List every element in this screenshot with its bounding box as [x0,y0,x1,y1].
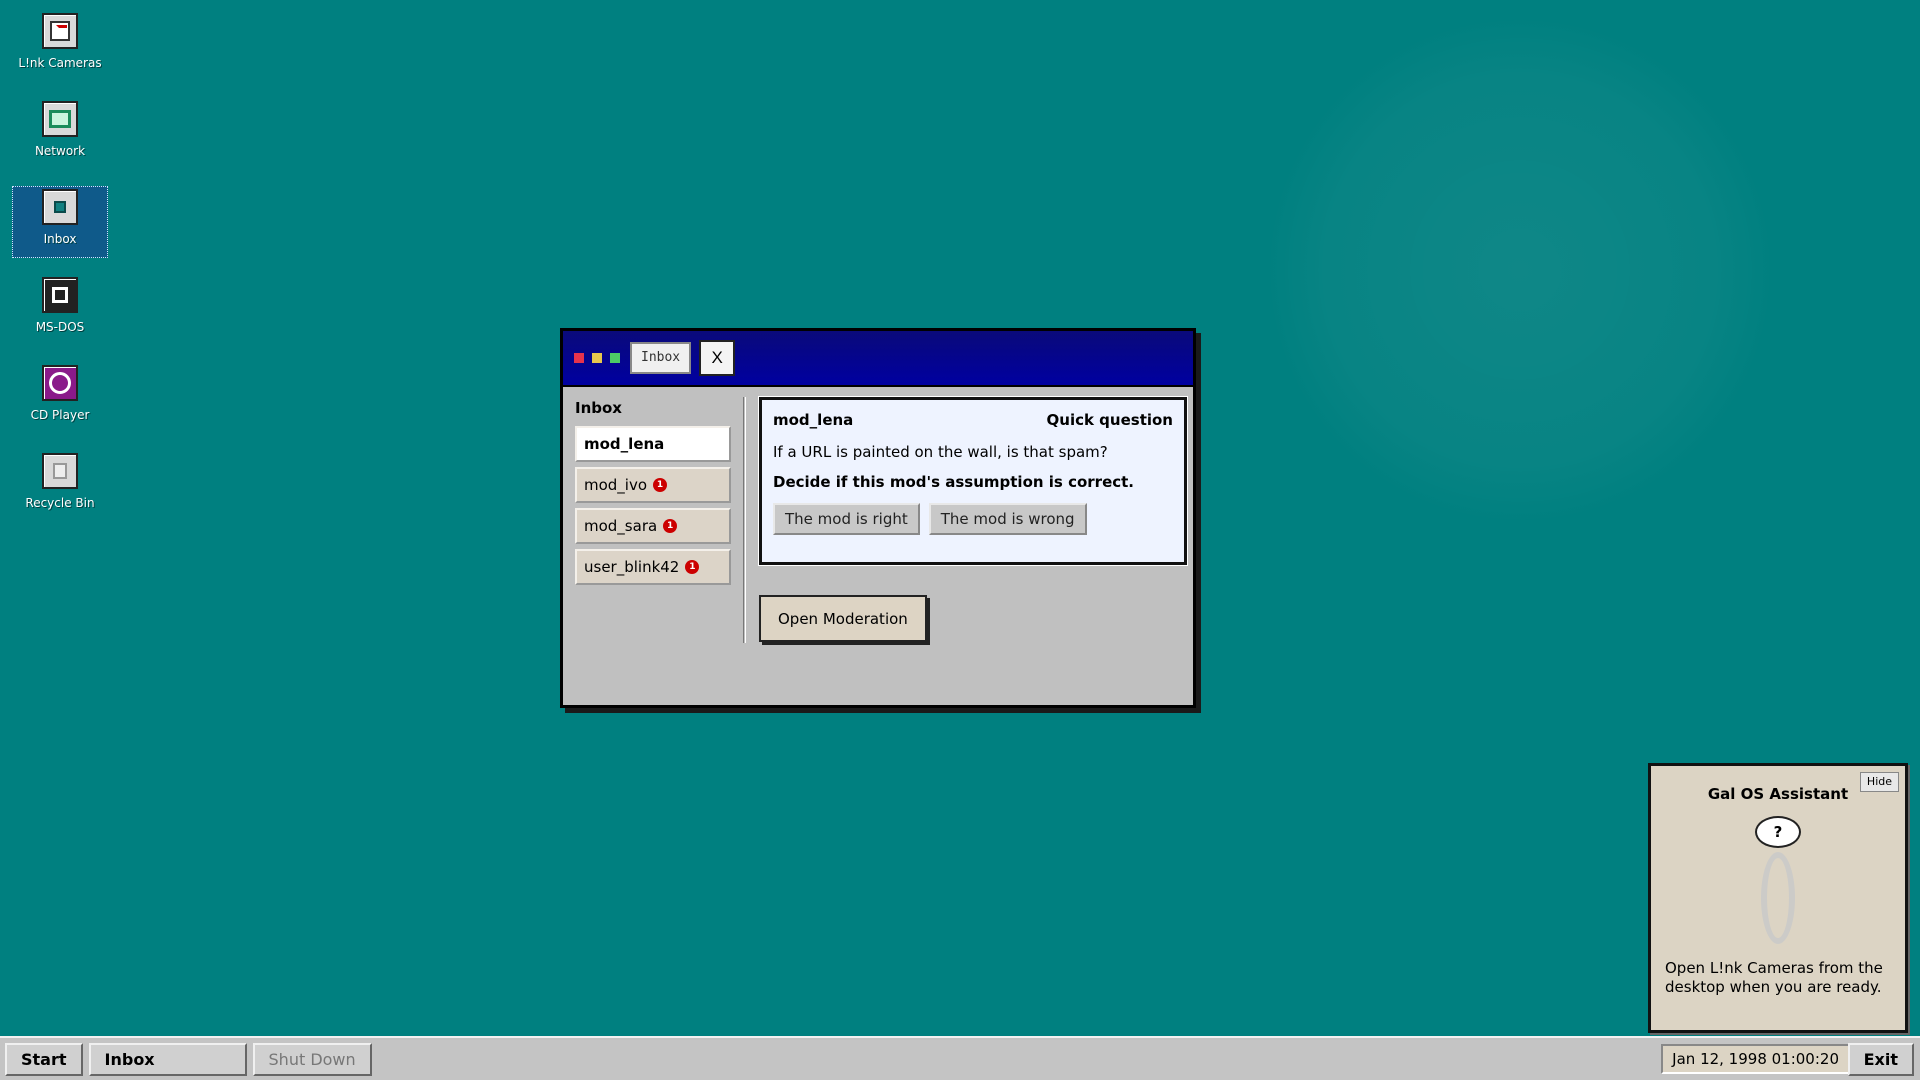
close-button[interactable]: X [699,340,736,376]
window-body: Inbox mod_lena mod_ivo 1 mod_sara 1 user… [563,387,1193,705]
message-panel: mod_lena Quick question If a URL is pain… [758,396,1188,566]
message-task: Decide if this mod's assumption is corre… [773,473,1134,491]
unread-badge: 1 [663,519,678,533]
exit-button[interactable]: Exit [1847,1043,1914,1076]
choice-buttons: The mod is right The mod is wrong [773,503,1173,535]
window-title: Inbox [630,342,692,374]
desktop-icon-link-cameras[interactable]: L!nk Cameras [12,10,108,82]
contact-name: mod_ivo [584,476,648,494]
unread-badge: 1 [653,478,668,492]
mod-is-wrong-button[interactable]: The mod is wrong [928,503,1087,535]
window-titlebar[interactable]: Inbox X [563,331,1193,387]
start-button[interactable]: Start [5,1042,83,1076]
wallpaper-decoration [1270,20,1770,520]
desktop-icon-cd-player[interactable]: CD Player [12,362,108,434]
desktop-icon-label: CD Player [30,408,90,422]
contact-name: mod_sara [584,517,658,535]
unread-badge: 1 [685,560,700,574]
ms-dos-icon [42,277,78,313]
contact-list: mod_lena mod_ivo 1 mod_sara 1 user_blink… [575,426,731,590]
taskbar: Start Inbox Shut Down Jan 12, 1998 01:00… [0,1036,1920,1080]
window-dot-yellow-icon [592,353,602,363]
pane-divider [743,397,746,643]
contact-item-mod-lena[interactable]: mod_lena [575,426,731,462]
window-dot-red-icon [574,353,584,363]
contact-name: mod_lena [584,435,665,453]
inbox-icon [42,189,78,225]
message-body: If a URL is painted on the wall, is that… [773,443,1108,461]
mod-is-right-button[interactable]: The mod is right [773,503,920,535]
desktop-icon-inbox[interactable]: Inbox [12,186,108,258]
desktop-icon-ms-dos[interactable]: MS-DOS [12,274,108,346]
desktop-icon-label: L!nk Cameras [18,56,102,70]
desktop-icon-recycle-bin[interactable]: Recycle Bin [12,450,108,522]
cd-player-icon [42,365,78,401]
message-sender: mod_lena [773,411,854,429]
sidebar-heading: Inbox [575,399,622,417]
assistant-message: Open L!nk Cameras from the desktop when … [1665,959,1883,996]
network-icon [42,101,78,137]
taskbar-item-inbox[interactable]: Inbox [88,1042,247,1076]
camera-app-icon [42,13,78,49]
inbox-window: Inbox X Inbox mod_lena mod_ivo 1 mod_sar… [560,328,1196,708]
desktop-icon-label: Recycle Bin [25,496,95,510]
paperclip-assistant-icon[interactable] [1761,852,1795,944]
desktop-icon-network[interactable]: Network [12,98,108,170]
clock: Jan 12, 1998 01:00:20 [1661,1044,1850,1074]
assistant-panel: Hide Gal OS Assistant ? Open L!nk Camera… [1648,763,1908,1033]
contact-item-user-blink42[interactable]: user_blink42 1 [575,549,731,585]
contact-name: user_blink42 [584,558,680,576]
assistant-title: Gal OS Assistant [1707,785,1849,803]
desktop-icon-label: Network [34,144,86,158]
open-moderation-button[interactable]: Open Moderation [759,595,927,642]
desktop-icons: L!nk Cameras Network Inbox MS-DOS CD Pla… [12,10,108,538]
message-subject: Quick question [1046,411,1173,429]
desktop-icon-label: MS-DOS [35,320,85,334]
contact-item-mod-ivo[interactable]: mod_ivo 1 [575,467,731,503]
question-bubble-icon: ? [1755,816,1801,848]
message-header: mod_lena Quick question [773,411,1173,429]
shut-down-button[interactable]: Shut Down [252,1042,372,1076]
contact-item-mod-sara[interactable]: mod_sara 1 [575,508,731,544]
recycle-bin-icon [42,453,78,489]
desktop-icon-label: Inbox [43,232,77,246]
window-dot-green-icon [610,353,620,363]
